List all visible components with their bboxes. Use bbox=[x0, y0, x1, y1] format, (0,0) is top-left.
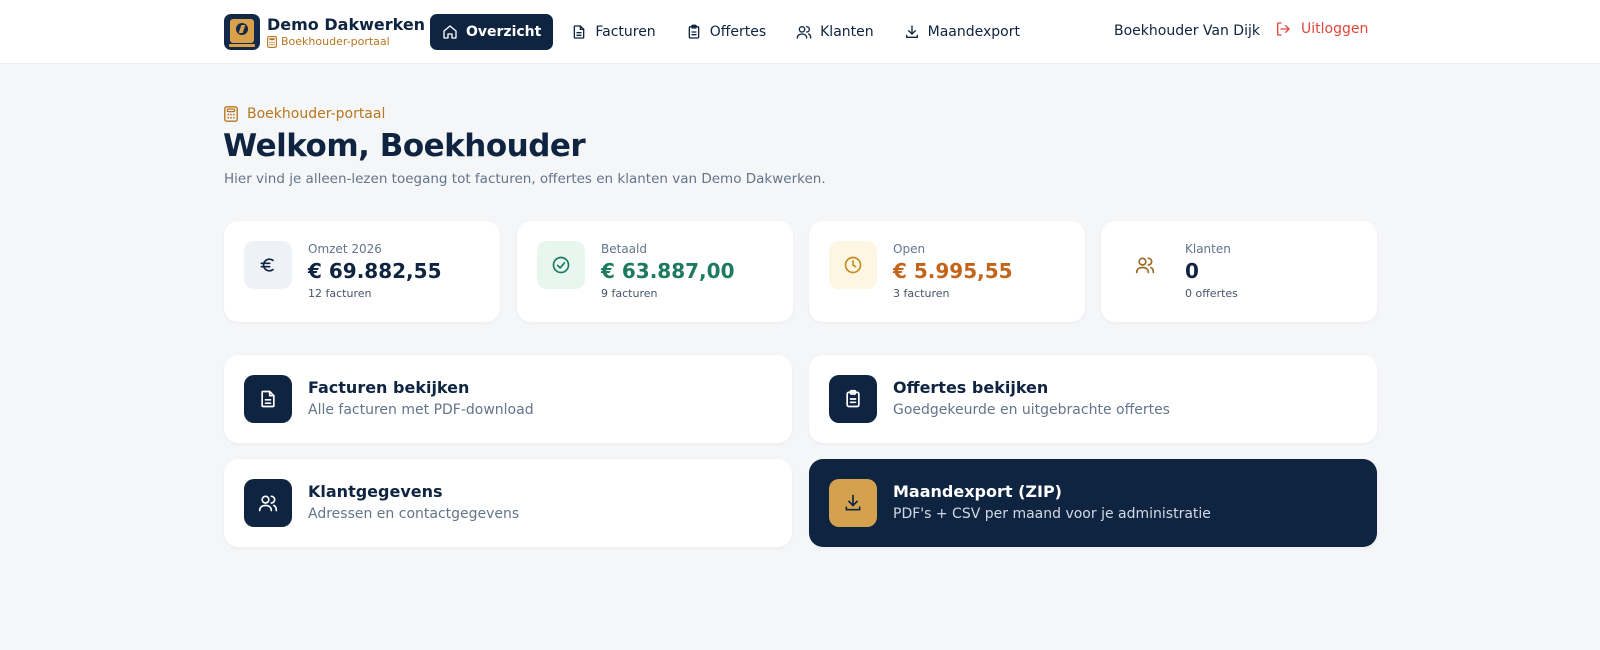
stat-card-open: Open € 5.995,55 3 facturen bbox=[809, 221, 1085, 322]
nav-facturen[interactable]: Facturen bbox=[559, 14, 667, 50]
nav-overzicht-label: Overzicht bbox=[466, 24, 542, 40]
stat-label: Betaald bbox=[601, 242, 647, 256]
stat-card-omzet: Omzet 2026 € 69.882,55 12 facturen bbox=[224, 221, 500, 322]
stat-card-betaald: Betaald € 63.887,00 9 facturen bbox=[517, 221, 793, 322]
action-title: Klantgegevens bbox=[308, 482, 443, 501]
top-navigation-bar: Demo Dakwerken Boekhouder-portaal Overzi… bbox=[0, 0, 1600, 64]
portal-eyebrow-label: Boekhouder-portaal bbox=[247, 106, 386, 122]
page-title: Welkom, Boekhouder bbox=[223, 128, 586, 164]
stat-subtext: 9 facturen bbox=[601, 287, 658, 300]
page-subtitle: Hier vind je alleen-lezen toegang tot fa… bbox=[224, 171, 826, 187]
portal-eyebrow: Boekhouder-portaal bbox=[224, 106, 385, 122]
action-title: Facturen bekijken bbox=[308, 378, 470, 397]
action-description: Adressen en contactgegevens bbox=[308, 506, 520, 522]
logout-icon bbox=[1277, 22, 1290, 36]
action-card-offertes[interactable]: Offertes bekijken Goedgekeurde en uitgeb… bbox=[809, 355, 1377, 443]
brand[interactable]: Demo Dakwerken Boekhouder-portaal bbox=[224, 14, 425, 50]
action-card-facturen[interactable]: Facturen bekijken Alle facturen met PDF-… bbox=[224, 355, 792, 443]
stat-label: Open bbox=[893, 242, 926, 256]
nav-offertes-label: Offertes bbox=[709, 24, 767, 40]
stat-card-klanten: Klanten 0 0 offertes bbox=[1101, 221, 1377, 322]
download-icon bbox=[845, 494, 861, 511]
clock-icon bbox=[844, 256, 862, 274]
check-circle-icon bbox=[552, 256, 570, 274]
action-card-maandexport[interactable]: Maandexport (ZIP) PDF's + CSV per maand … bbox=[809, 459, 1377, 547]
stat-value: € 5.995,55 bbox=[893, 259, 1013, 283]
action-card-klantgegevens[interactable]: Klantgegevens Adressen en contactgegeven… bbox=[224, 459, 792, 547]
nav-maandexport-label: Maandexport bbox=[927, 24, 1020, 40]
stat-subtext: 0 offertes bbox=[1185, 287, 1238, 300]
brand-subtitle: Boekhouder-portaal bbox=[281, 35, 390, 48]
download-icon bbox=[905, 25, 918, 38]
file-icon bbox=[574, 25, 585, 39]
nav-facturen-label: Facturen bbox=[595, 24, 656, 40]
clipboard-icon bbox=[846, 389, 860, 408]
action-icon-box bbox=[829, 375, 877, 423]
logout-button[interactable]: Uitloggen bbox=[1275, 21, 1368, 37]
main-nav: Overzicht Facturen Offertes Klanten Maan… bbox=[430, 14, 1038, 50]
stat-subtext: 12 facturen bbox=[308, 287, 372, 300]
home-icon bbox=[443, 25, 457, 39]
users-icon bbox=[1135, 257, 1155, 274]
stat-value: € 63.887,00 bbox=[601, 259, 735, 283]
stat-label: Omzet 2026 bbox=[308, 242, 382, 256]
stat-icon-box bbox=[1121, 241, 1169, 289]
stat-label: Klanten bbox=[1185, 242, 1231, 256]
action-description: Alle facturen met PDF-download bbox=[308, 402, 534, 418]
logout-label: Uitloggen bbox=[1301, 21, 1369, 37]
company-logo bbox=[224, 14, 260, 50]
action-description: PDF's + CSV per maand voor je administra… bbox=[893, 506, 1211, 522]
action-title: Offertes bekijken bbox=[893, 378, 1049, 397]
action-icon-box bbox=[829, 479, 877, 527]
stat-value: 0 bbox=[1185, 259, 1199, 283]
stat-icon-box bbox=[829, 241, 877, 289]
action-icon-box bbox=[244, 375, 292, 423]
action-description: Goedgekeurde en uitgebrachte offertes bbox=[893, 402, 1170, 418]
nav-klanten-label: Klanten bbox=[820, 24, 874, 40]
nav-maandexport[interactable]: Maandexport bbox=[892, 14, 1032, 50]
stat-value: € 69.882,55 bbox=[308, 259, 442, 283]
stat-subtext: 3 facturen bbox=[893, 287, 950, 300]
nav-klanten[interactable]: Klanten bbox=[784, 14, 886, 50]
users-icon bbox=[258, 495, 278, 512]
brand-name: Demo Dakwerken bbox=[267, 15, 426, 34]
clipboard-icon bbox=[688, 24, 700, 39]
nav-overzicht[interactable]: Overzicht bbox=[430, 14, 554, 50]
action-title: Maandexport (ZIP) bbox=[893, 482, 1062, 501]
current-user: Boekhouder Van Dijk bbox=[1114, 23, 1260, 39]
calculator-icon bbox=[267, 36, 277, 48]
euro-icon bbox=[260, 258, 274, 272]
nav-offertes[interactable]: Offertes bbox=[674, 14, 778, 50]
action-icon-box bbox=[244, 479, 292, 527]
stat-icon-box bbox=[244, 241, 292, 289]
stat-icon-box bbox=[537, 241, 585, 289]
calculator-icon bbox=[224, 106, 238, 122]
file-icon bbox=[261, 390, 275, 408]
users-icon bbox=[796, 26, 812, 39]
